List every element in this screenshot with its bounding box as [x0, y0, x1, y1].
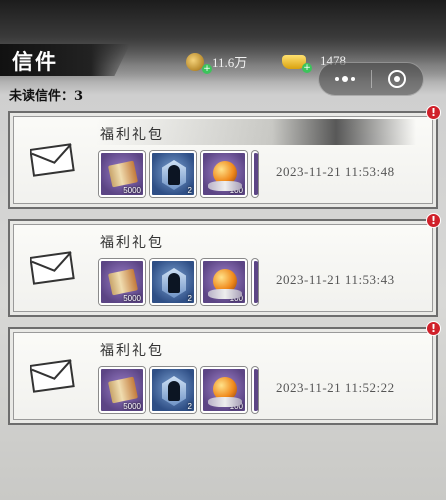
item-qty: 100: [229, 186, 243, 195]
item-qty: 5000: [123, 186, 141, 195]
envelope-icon: [30, 359, 75, 393]
mail-time: 2023-11-21 11:53:48: [276, 164, 395, 179]
more-menu-icon[interactable]: [319, 63, 371, 95]
orb-icon[interactable]: 100: [201, 367, 247, 413]
reward-list: 5000 2 100: [99, 259, 258, 305]
more-items-edge: [252, 367, 258, 413]
mail-subject: 福利礼包: [100, 127, 164, 143]
item-qty: 2: [187, 402, 192, 411]
gold-ingot-icon: +: [282, 52, 312, 73]
hero-token-icon[interactable]: 2: [150, 259, 196, 305]
item-qty: 100: [229, 402, 243, 411]
unread-badge: !: [426, 213, 441, 228]
scroll-icon[interactable]: 5000: [99, 259, 145, 305]
orb-icon[interactable]: 100: [201, 151, 247, 197]
mini-program-capsule: [318, 62, 424, 96]
mail-subject: 福利礼包: [100, 235, 164, 251]
copper-coin-icon: +: [186, 52, 212, 74]
mail-subject: 福利礼包: [100, 343, 164, 359]
close-icon[interactable]: [371, 63, 423, 95]
item-qty: 2: [187, 294, 192, 303]
item-qty: 100: [229, 294, 243, 303]
mail-item[interactable]: 福利礼包 5000 2 100 2023-11-21 11:52:22: [8, 327, 438, 425]
mail-item[interactable]: 福利礼包 5000 2 100 2023-11-21 11:53:43: [8, 219, 438, 317]
mail-item[interactable]: 福利礼包 5000 2 100 2023-11-21 11:53:48: [8, 111, 438, 209]
hero-token-icon[interactable]: 2: [150, 151, 196, 197]
envelope-icon: [30, 251, 75, 285]
add-gold-icon[interactable]: +: [302, 63, 312, 73]
envelope-icon: [30, 143, 75, 177]
hero-token-icon[interactable]: 2: [150, 367, 196, 413]
scroll-icon[interactable]: 5000: [99, 151, 145, 197]
reward-list: 5000 2 100: [99, 151, 258, 197]
item-qty: 2: [187, 186, 192, 195]
item-qty: 5000: [123, 402, 141, 411]
unread-badge: !: [426, 105, 441, 120]
copper-currency[interactable]: + 11.6万: [186, 52, 248, 74]
mail-time: 2023-11-21 11:52:22: [276, 380, 395, 395]
mail-time: 2023-11-21 11:53:43: [276, 272, 395, 287]
more-items-edge: [252, 151, 258, 197]
unread-badge: !: [426, 321, 441, 336]
add-copper-icon[interactable]: +: [202, 63, 212, 74]
orb-icon[interactable]: 100: [201, 259, 247, 305]
more-items-edge: [252, 259, 258, 305]
page-title: 信件: [12, 50, 58, 74]
reward-list: 5000 2 100: [99, 367, 258, 413]
copper-amount: 11.6万: [212, 55, 248, 70]
item-qty: 5000: [123, 294, 141, 303]
scroll-icon[interactable]: 5000: [99, 367, 145, 413]
unread-count: 未读信件：3: [9, 89, 84, 104]
